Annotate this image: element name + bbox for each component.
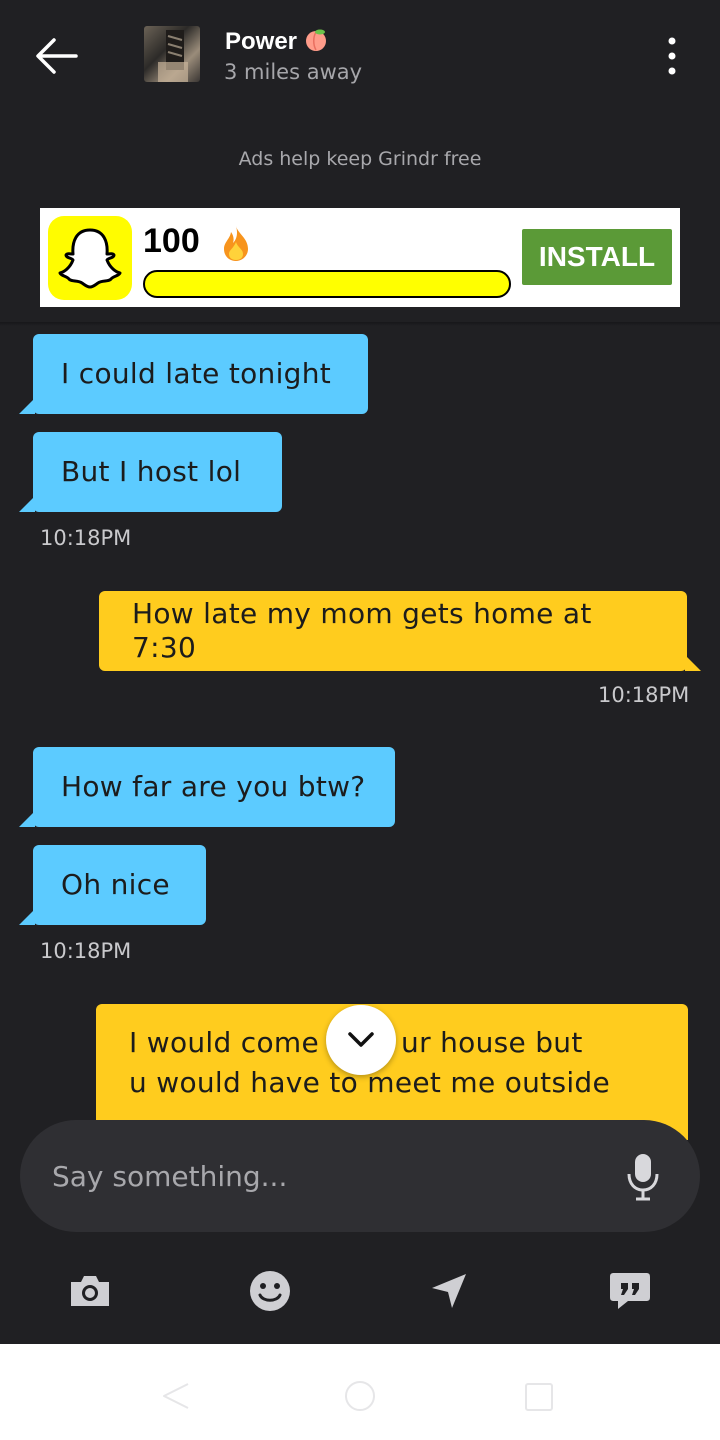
nav-back-icon[interactable] (158, 1380, 194, 1412)
camera-icon (71, 1276, 109, 1306)
bubble-tail (685, 655, 701, 671)
message-bubble-incoming[interactable]: I could late tonight (19, 334, 368, 414)
quote-bubble-icon (610, 1273, 650, 1309)
message-text: How late my mom gets home at 7:30 (132, 597, 592, 664)
ad-banner[interactable]: 100 INSTALL (40, 208, 680, 307)
chat-toolbar (0, 1250, 720, 1344)
message-text: I would come (129, 1026, 320, 1059)
chat-header: Power 3 miles away (0, 0, 720, 120)
ad-progress-bar (143, 270, 511, 298)
contact-name[interactable]: Power (225, 28, 329, 56)
contact-distance: 3 miles away (224, 60, 363, 84)
bubble-tail (19, 496, 35, 512)
contact-avatar[interactable] (144, 26, 200, 82)
chevron-down-icon (348, 1032, 374, 1047)
snapchat-logo (48, 216, 132, 300)
peach-emoji-icon (306, 29, 327, 51)
divider (0, 322, 720, 326)
emoji-button[interactable] (245, 1266, 295, 1316)
nav-recents-icon[interactable] (522, 1380, 556, 1414)
message-text: ur house but (401, 1026, 583, 1059)
message-timestamp: 10:18PM (40, 526, 132, 550)
fire-emoji-icon (224, 226, 248, 261)
ad-score: 100 (143, 222, 200, 260)
message-composer (20, 1120, 700, 1232)
message-text: But I host lol (61, 455, 242, 488)
message-text: Oh nice (61, 868, 170, 901)
contact-name-text: Power (225, 28, 298, 55)
system-nav-bar (0, 1344, 720, 1440)
ads-note: Ads help keep Grindr free (238, 148, 482, 170)
install-button[interactable]: INSTALL (522, 229, 672, 285)
message-timestamp: 10:18PM (598, 683, 690, 707)
message-bubble-incoming[interactable]: How far are you btw? (19, 747, 395, 827)
send-location-button[interactable] (424, 1266, 474, 1316)
message-bubble-outgoing[interactable]: How late my mom gets home at 7:30 (99, 591, 701, 671)
message-bubble-incoming[interactable]: But I host lol (19, 432, 282, 512)
message-bubble-incoming[interactable]: Oh nice (19, 845, 206, 925)
back-arrow-icon[interactable] (32, 34, 80, 78)
message-timestamp: 10:18PM (40, 939, 132, 963)
camera-button[interactable] (65, 1266, 115, 1316)
smiley-icon (250, 1271, 290, 1311)
location-arrow-icon (432, 1274, 466, 1308)
nav-home-icon[interactable] (342, 1378, 378, 1414)
scroll-to-bottom-button[interactable] (326, 1005, 396, 1075)
microphone-icon[interactable] (626, 1152, 660, 1202)
more-options-icon[interactable] (660, 36, 684, 76)
message-text: How far are you btw? (61, 770, 366, 803)
bubble-tail (19, 909, 35, 925)
saved-phrases-button[interactable] (605, 1266, 655, 1316)
bubble-tail (19, 398, 35, 414)
message-input[interactable] (52, 1150, 612, 1202)
bubble-tail (19, 811, 35, 827)
message-text: I could late tonight (61, 357, 332, 390)
